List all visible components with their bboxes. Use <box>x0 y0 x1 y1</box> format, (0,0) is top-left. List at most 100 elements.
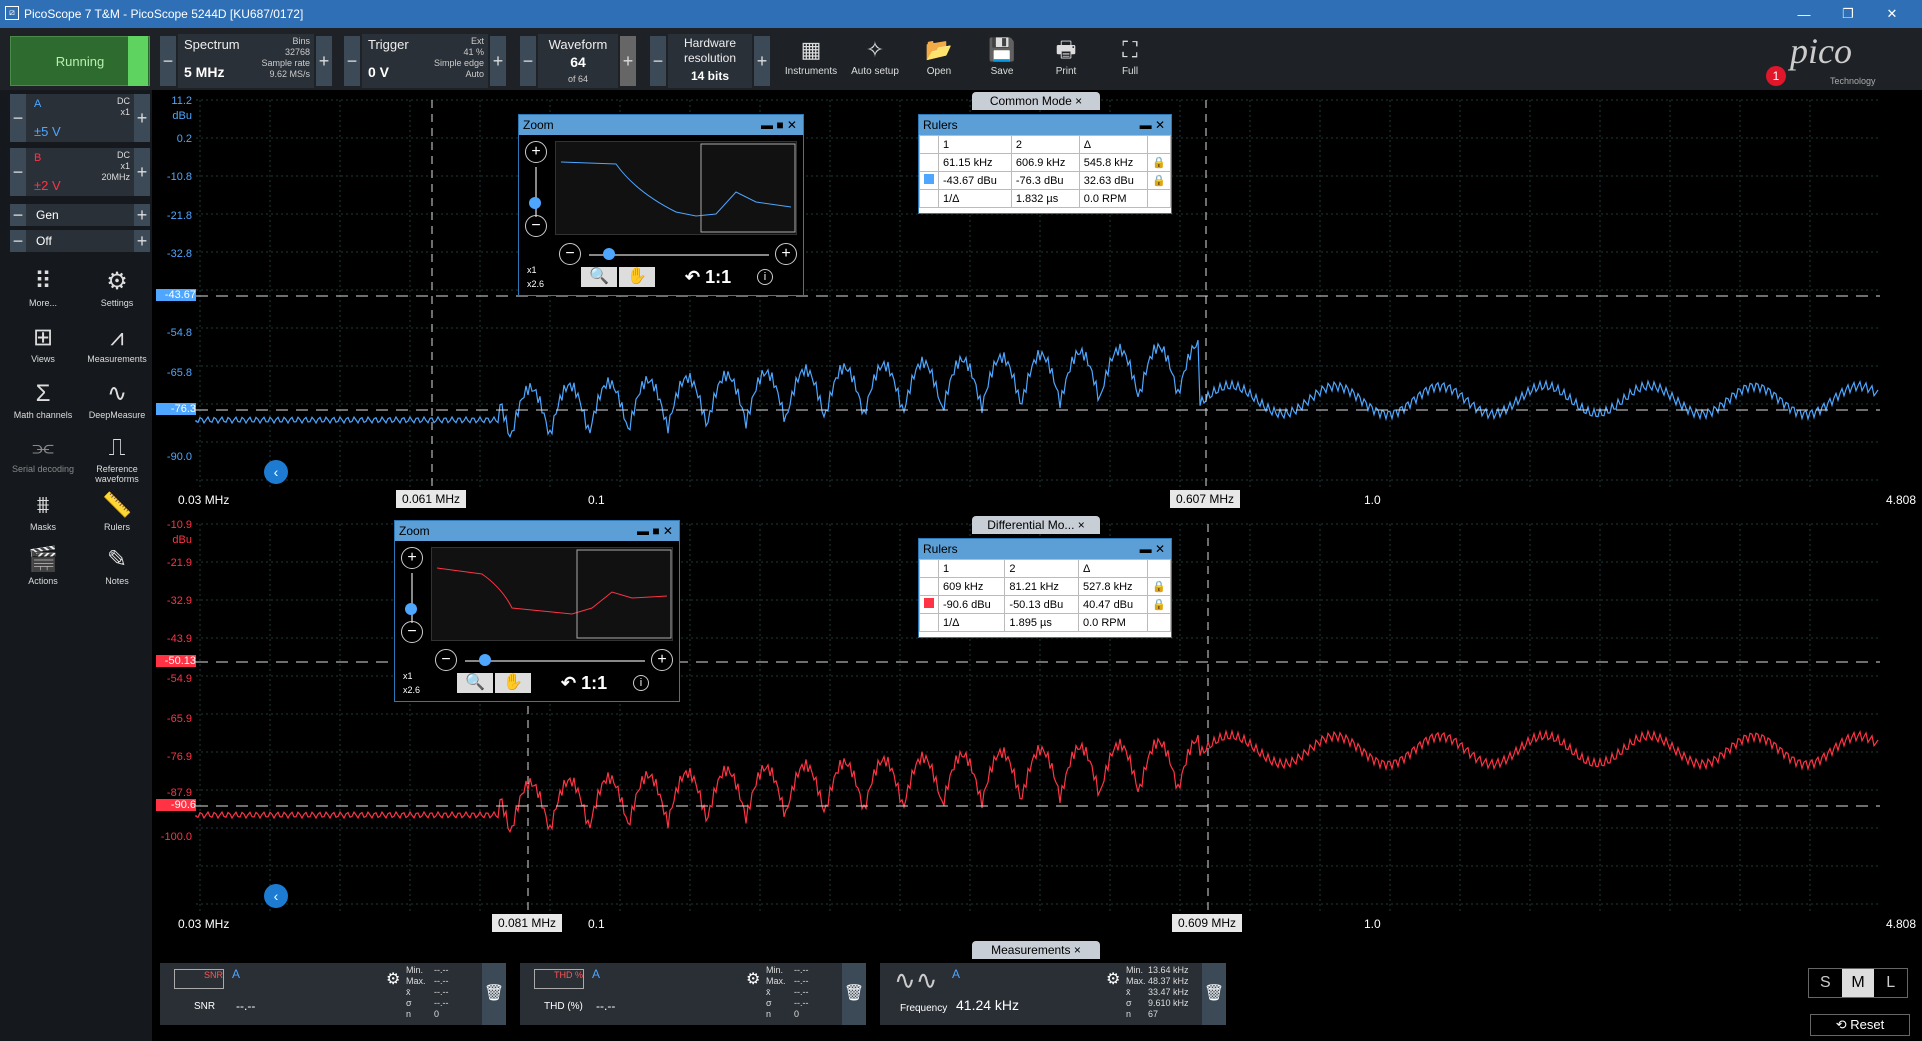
reset-button[interactable]: ⟲ Reset <box>1810 1014 1910 1036</box>
bottom_view-ytick-3: -43.9 <box>166 633 192 645</box>
bottom-zoom-magnifier-icon[interactable]: 🔍 <box>457 673 493 693</box>
bottom-rulers-panel[interactable]: Rulers ▬ ✕ 12Δ 609 kHz 81.21 kHz 527.8 kHz 🔒… <box>918 538 1172 638</box>
bottom-zoom-h-in[interactable]: + <box>651 649 673 671</box>
top-zoom-h-slider[interactable] <box>589 254 769 256</box>
snr-delete-icon[interactable]: 🗑 <box>482 963 506 1025</box>
top_view-ytick-2: -10.8 <box>166 171 192 183</box>
top-zoom-header: Zoom ▬ ■ ✕ <box>519 115 803 135</box>
bottom-ruler-fdelta: 527.8 kHz <box>1077 577 1149 596</box>
top-ruler-2-marker[interactable]: 0.607 MHz <box>1170 490 1240 508</box>
measurement-card-snr[interactable]: SNR A SNR --.-- ⚙ Min. Max. x̄ σ n --.-- --.-… <box>160 963 506 1025</box>
bottom-zoom-h-slider[interactable] <box>465 660 645 662</box>
tab-common-mode[interactable]: Common Mode × <box>972 92 1100 110</box>
bottom-rulers-col-2: 2 <box>1004 559 1079 578</box>
top-zoom-in-button[interactable]: + <box>525 141 547 163</box>
bottom-ruler-inv-label: 1/Δ <box>937 613 1006 632</box>
top-rulers-close-icon[interactable]: ▬ ✕ <box>1140 115 1165 135</box>
bottom-zoom-out-button[interactable]: − <box>401 621 423 643</box>
bottom_view-ytick-4[interactable]: -50.13 <box>156 655 196 667</box>
tab-measurements[interactable]: Measurements × <box>972 941 1100 959</box>
bottom_view-unit-label: dBu <box>172 534 192 546</box>
measurement-card-frequency[interactable]: ∿∿ A Frequency 41.24 kHz ⚙ Min. Max. x̄ σ n … <box>880 963 1226 1025</box>
top_view-ytick-5[interactable]: -43.67 <box>156 289 196 301</box>
top-zoom-out-button[interactable]: − <box>525 215 547 237</box>
bottom-zoom-in-button[interactable]: + <box>401 547 423 569</box>
bottom-rulers-table: 12Δ 609 kHz 81.21 kHz 527.8 kHz 🔒 -90.6 dBu… <box>919 559 1171 632</box>
tab-differential-mode-label: Differential Mo... <box>987 518 1075 532</box>
measurement-card-thd[interactable]: THD % A THD (%) --.-- ⚙ Min. Max. x̄ σ n --.… <box>520 963 866 1025</box>
lock-icon[interactable]: 🔒 <box>1147 153 1171 172</box>
thd-stat-labels: Min. Max. x̄ σ n <box>766 965 786 1019</box>
top-rulers-panel[interactable]: Rulers ▬ ✕ 12Δ 61.15 kHz 606.9 kHz 545.8 kH… <box>918 114 1172 214</box>
bottom-zoom-h-out[interactable]: − <box>435 649 457 671</box>
bottom_view-ytick-9[interactable]: -90.6 <box>156 799 196 811</box>
top_view-ytick-8[interactable]: -76.3 <box>156 403 196 415</box>
lock-icon[interactable]: 🔒 <box>1147 577 1171 596</box>
top-x-start-label: 0.03 MHz <box>178 493 230 507</box>
snr-stat-values: --.-- --.-- --.-- --.-- 0 <box>434 965 449 1019</box>
thd-name: THD (%) <box>544 1001 583 1012</box>
frequency-gear-icon[interactable]: ⚙ <box>1106 969 1120 989</box>
top-zoom-h-thumb[interactable] <box>603 248 615 260</box>
bottom-rulers-col-delta: Δ <box>1077 559 1149 578</box>
bottom-zoom-h-thumb[interactable] <box>479 654 491 666</box>
bottom-zoom-panel[interactable]: Zoom ▬ ■ ✕ + − − + x1 x2.6 🔍 ✋ ↶ 1:1 i <box>394 520 680 702</box>
bottom-rulers-close-icon[interactable]: ▬ ✕ <box>1140 539 1165 559</box>
top-zoom-title: Zoom <box>523 118 554 132</box>
size-m-button[interactable]: M <box>1841 969 1875 997</box>
bottom-zoom-hand-icon[interactable]: ✋ <box>495 673 531 693</box>
top-ruler-adelta: 32.63 dBu <box>1078 171 1149 190</box>
thd-gear-icon[interactable]: ⚙ <box>746 969 760 989</box>
snr-name: SNR <box>194 1001 216 1012</box>
top_view-ytick-0: 11.2 <box>171 95 192 107</box>
top-zoom-slider[interactable] <box>535 167 537 217</box>
frequency-name: Frequency <box>900 1003 948 1014</box>
bottom-x-start-label: 0.03 MHz <box>178 917 230 931</box>
frequency-delete-icon[interactable]: 🗑 <box>1202 963 1226 1025</box>
bottom-zoom-slider-thumb[interactable] <box>405 603 417 615</box>
top-zoom-hand-icon[interactable]: ✋ <box>619 267 655 287</box>
top_view-ytick-9: -90.0 <box>166 451 192 463</box>
top-ruler-1-marker[interactable]: 0.061 MHz <box>396 490 466 508</box>
bottom-zoom-x1: x1 <box>403 671 413 681</box>
tab-differential-mode[interactable]: Differential Mo... × <box>972 516 1100 534</box>
bottom_view-ytick-10: -100.0 <box>160 831 192 843</box>
bottom-zoom-reset-button[interactable]: ↶ 1:1 <box>561 673 607 694</box>
lock-icon[interactable]: 🔒 <box>1147 171 1171 190</box>
top-rulers-col-1: 1 <box>938 135 1012 154</box>
bottom-x-10-label: 1.0 <box>1364 917 1381 931</box>
top-zoom-ratio: 1:1 <box>705 267 732 287</box>
bottom-scroll-left-button[interactable]: ‹ <box>264 884 288 908</box>
top-zoom-close-icon[interactable]: ▬ ■ ✕ <box>761 115 797 135</box>
top_view-ytick-6: -54.8 <box>166 327 192 339</box>
top_view-ytick-1: 0.2 <box>176 133 192 145</box>
lock-icon[interactable]: 🔒 <box>1147 595 1171 614</box>
snr-gear-icon[interactable]: ⚙ <box>386 969 400 989</box>
top-zoom-h-out[interactable]: − <box>559 243 581 265</box>
top-scroll-left-button[interactable]: ‹ <box>264 460 288 484</box>
tab-measurements-label: Measurements <box>991 943 1071 957</box>
bottom-ruler-1-marker[interactable]: 0.081 MHz <box>492 914 562 932</box>
bottom-ruler-a2: -50.13 dBu <box>1004 595 1079 614</box>
reset-icon: ⟲ <box>1835 1017 1851 1032</box>
top-zoom-magnifier-icon[interactable]: 🔍 <box>581 267 617 287</box>
top-zoom-info-icon[interactable]: i <box>757 269 773 285</box>
size-s-button[interactable]: S <box>1809 969 1842 997</box>
bottom-zoom-overview[interactable] <box>431 547 673 641</box>
top-zoom-reset-button[interactable]: ↶ 1:1 <box>685 267 731 288</box>
bottom-zoom-close-icon[interactable]: ▬ ■ ✕ <box>637 521 673 541</box>
top-zoom-slider-thumb[interactable] <box>529 197 541 209</box>
snr-channel: A <box>232 967 241 981</box>
size-l-button[interactable]: L <box>1874 969 1907 997</box>
bottom-zoom-info-icon[interactable]: i <box>633 675 649 691</box>
thd-delete-icon[interactable]: 🗑 <box>842 963 866 1025</box>
top-zoom-overview[interactable] <box>555 141 797 235</box>
bottom-ruler-adelta: 40.47 dBu <box>1077 595 1149 614</box>
channel-b-trace <box>195 728 1879 834</box>
bottom-zoom-slider[interactable] <box>411 573 413 623</box>
bottom-ruler-2-marker[interactable]: 0.609 MHz <box>1172 914 1242 932</box>
channel-a-swatch <box>924 174 934 184</box>
top-zoom-h-in[interactable]: + <box>775 243 797 265</box>
top-zoom-panel[interactable]: Zoom ▬ ■ ✕ + − − + x1 x2.6 🔍 ✋ ↶ 1:1 i <box>518 114 804 296</box>
top_view-ytick-7: -65.8 <box>166 367 192 379</box>
